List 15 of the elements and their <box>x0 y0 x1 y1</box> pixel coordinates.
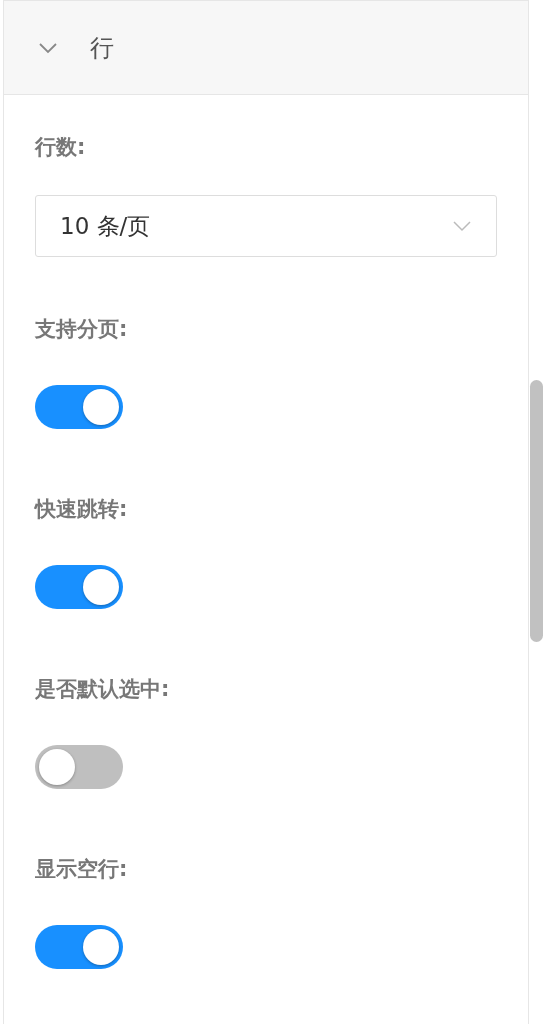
toggle-switch[interactable] <box>35 745 123 789</box>
field-label: 支持分页: <box>35 316 129 343</box>
field-label: 快速跳转: <box>35 496 129 523</box>
caret-icon <box>452 220 472 232</box>
toggle-switch[interactable] <box>35 925 123 969</box>
toggle-switch[interactable] <box>35 565 123 609</box>
chevron-icon <box>38 41 58 54</box>
field-label: 是否默认选中: <box>35 676 171 703</box>
toggle-switch[interactable] <box>35 385 123 429</box>
scrollbar-thumb[interactable] <box>530 380 543 642</box>
rows-select[interactable]: 10 条/页 <box>35 195 497 257</box>
section-header[interactable]: 行 <box>4 1 528 95</box>
field-label: 行数: <box>35 134 87 161</box>
field-label: 显示空行: <box>35 856 129 883</box>
section-title: 行 <box>90 32 114 64</box>
